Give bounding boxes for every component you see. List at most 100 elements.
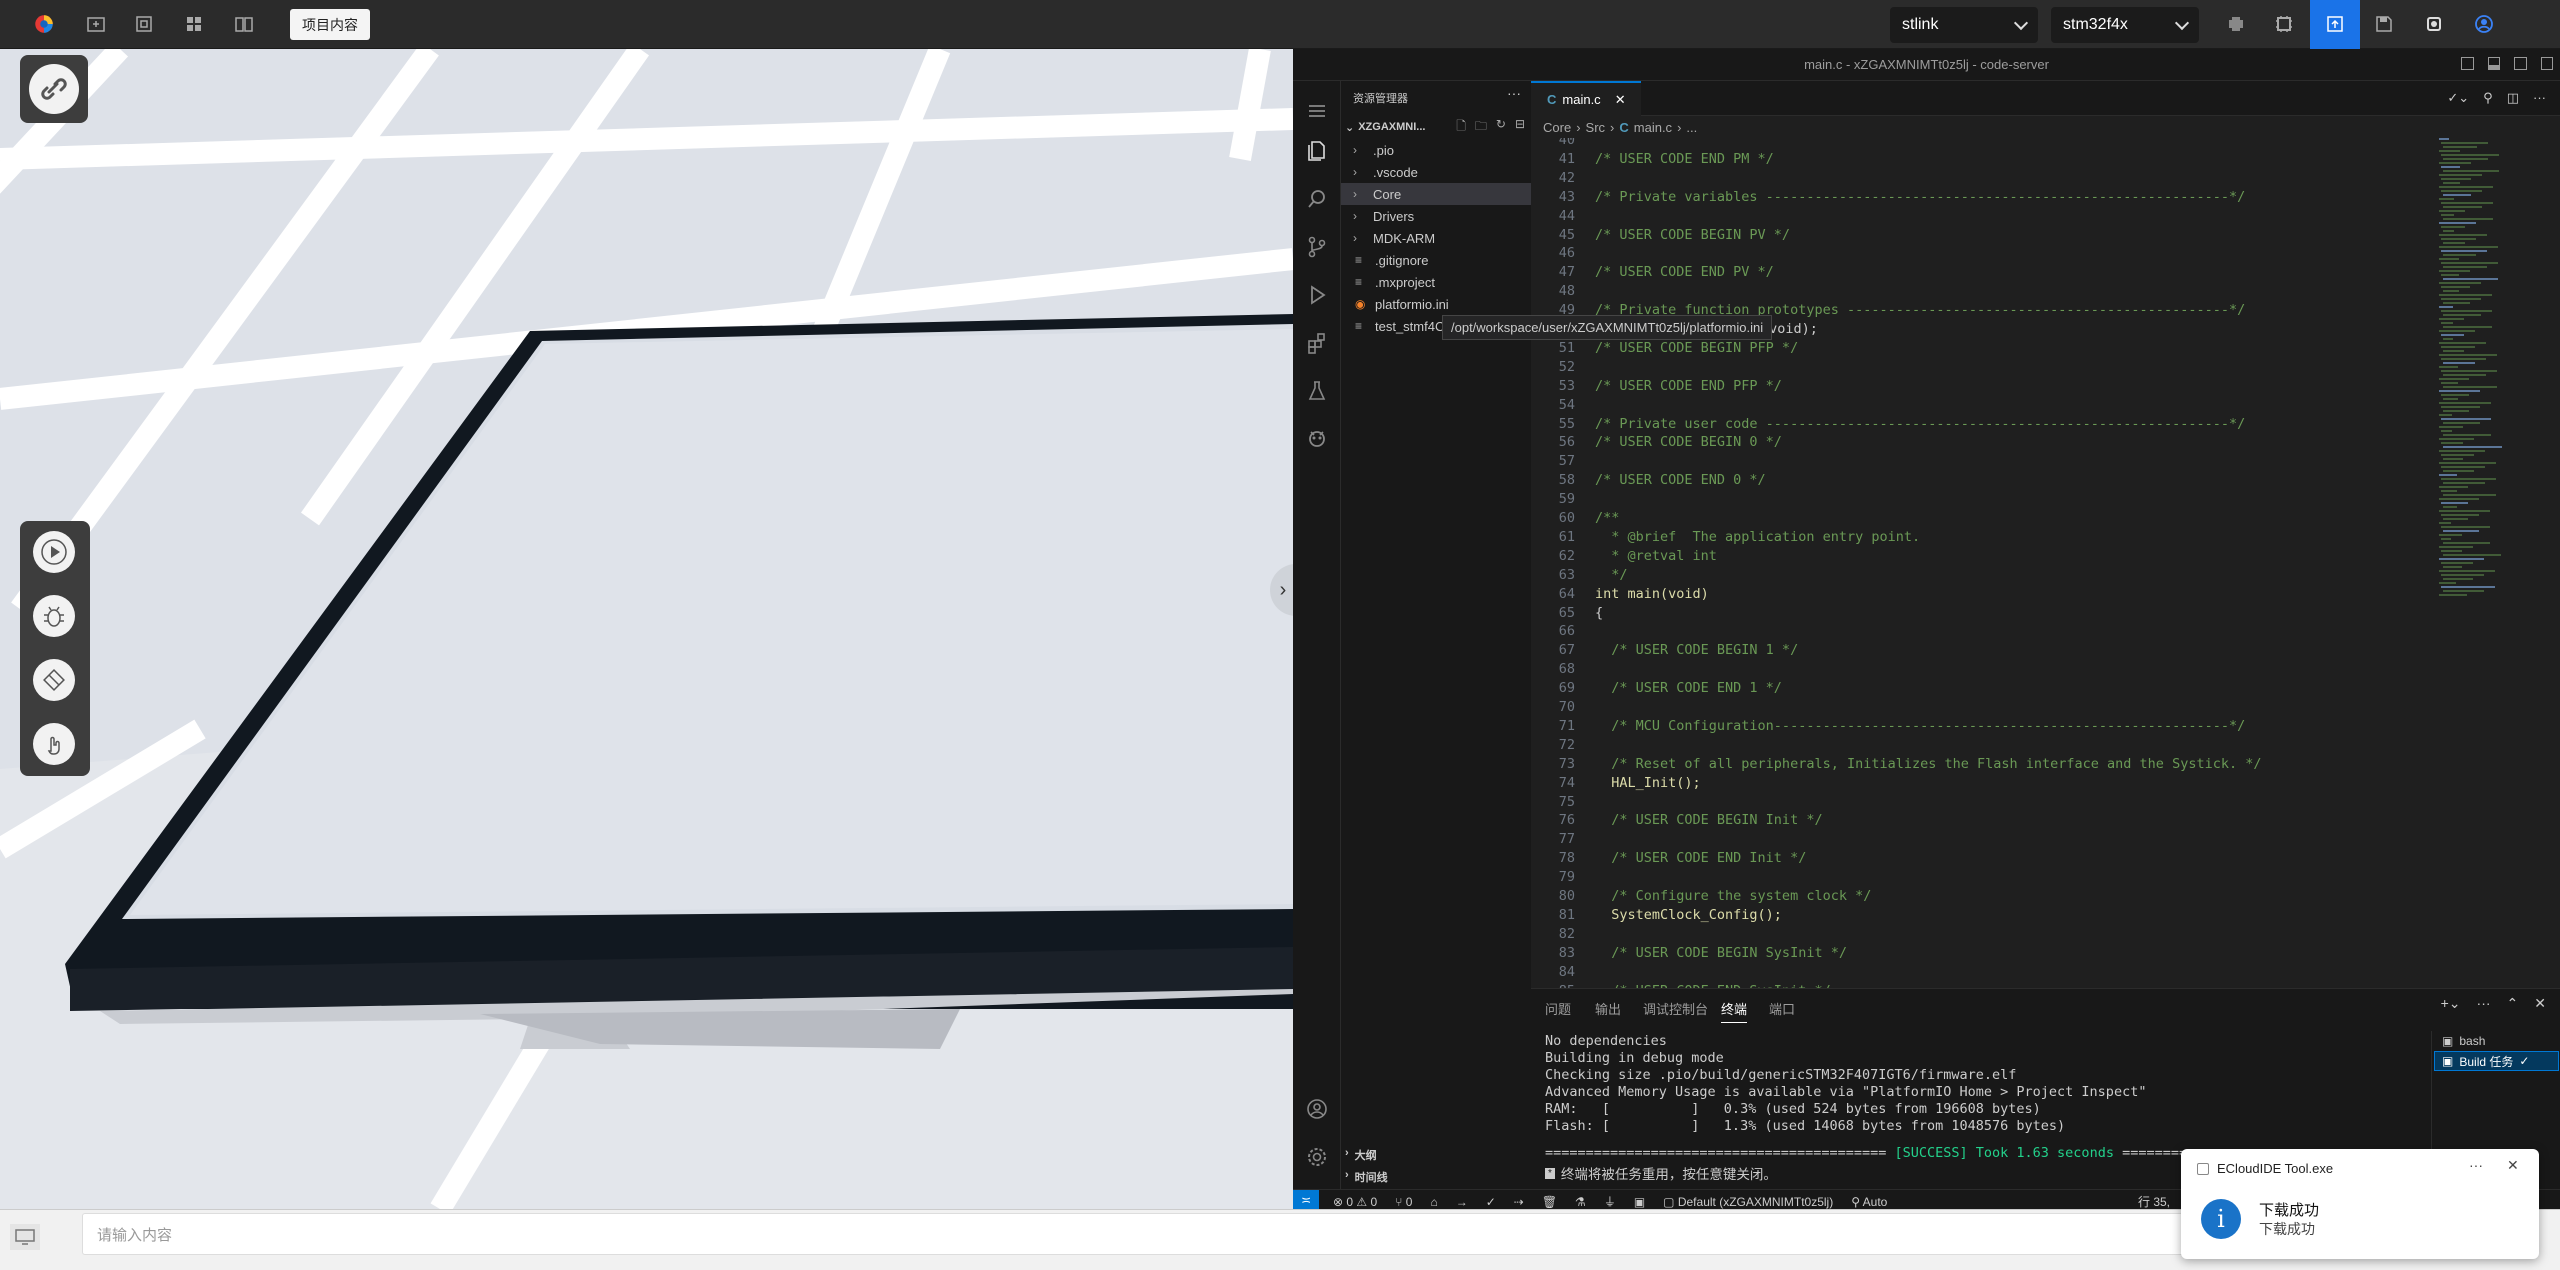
settings-icon[interactable] xyxy=(2422,12,2446,36)
minimap-line xyxy=(2441,514,2479,516)
breadcrumb-item[interactable]: Core xyxy=(1543,120,1571,135)
panel-tab[interactable]: 问题 xyxy=(1545,999,1571,1018)
run-debug-icon[interactable] xyxy=(1303,281,1331,309)
breadcrumb-item[interactable]: main.c xyxy=(1634,120,1672,135)
top-toolbar: 项目内容 stlink stm32f4x xyxy=(0,0,2560,49)
toggle-sidebar-icon[interactable] xyxy=(2461,57,2474,70)
pin-icon[interactable]: ⚲ xyxy=(2483,90,2493,106)
circuit-board-icon[interactable] xyxy=(2272,12,2296,36)
platformio-icon[interactable] xyxy=(1303,425,1331,453)
maximize-panel-icon[interactable]: ⌃ xyxy=(2507,995,2519,1012)
env-status[interactable]: ▢ Default (xZGAXMNIMTt0z5lj) xyxy=(1663,1195,1833,1209)
device-icon[interactable] xyxy=(132,12,156,36)
play-icon[interactable] xyxy=(33,531,75,573)
ports-status[interactable]: ⑂ 0 xyxy=(1395,1195,1412,1209)
cursor-position[interactable]: 行 35, xyxy=(2138,1193,2170,1210)
toggle-panel-icon[interactable] xyxy=(2487,57,2500,70)
breadcrumb-item[interactable]: Src xyxy=(1586,120,1606,135)
arrow-right-icon[interactable]: → xyxy=(1456,1195,1468,1209)
problems-status[interactable]: ⊗ 0 ⚠ 0 xyxy=(1333,1195,1377,1209)
chat-input[interactable]: 请输入内容 xyxy=(82,1213,2234,1255)
auto-status[interactable]: ⚲ Auto xyxy=(1851,1195,1887,1209)
remote-icon[interactable]: ≍ xyxy=(1293,1190,1319,1210)
close-icon[interactable]: ✕ xyxy=(2507,1157,2519,1174)
collapse-all-icon[interactable]: ⊟ xyxy=(1515,117,1525,138)
tree-item[interactable]: ≡ .gitignore xyxy=(1341,249,1531,271)
minimap-line xyxy=(2441,490,2457,492)
tab-main-c[interactable]: C main.c ✕ xyxy=(1531,81,1641,116)
search-icon[interactable] xyxy=(1303,185,1331,213)
minimap-line xyxy=(2439,402,2491,404)
panel-tab[interactable]: 终端 xyxy=(1721,999,1748,1023)
project-content-button[interactable]: 项目内容 xyxy=(290,9,370,40)
save-icon[interactable] xyxy=(2372,12,2396,36)
more-actions-icon[interactable]: ··· xyxy=(2477,995,2491,1012)
upload-button[interactable] xyxy=(2310,0,2360,49)
home-icon[interactable]: ⌂ xyxy=(1430,1195,1437,1209)
panel-tab[interactable]: 端口 xyxy=(1769,999,1795,1018)
minimap[interactable] xyxy=(2431,138,2560,988)
panel-tab[interactable]: 调试控制台 xyxy=(1643,999,1708,1018)
more-actions-icon[interactable]: ··· xyxy=(2469,1157,2483,1173)
terminal-icon[interactable]: ▣ xyxy=(1634,1195,1645,1209)
outline-section[interactable]: › 大纲 xyxy=(1345,1147,1377,1163)
tree-item[interactable]: › MDK-ARM xyxy=(1341,227,1531,249)
toggle-secondary-sidebar-icon[interactable] xyxy=(2514,57,2527,70)
explorer-icon[interactable] xyxy=(1303,137,1331,165)
minimap-line xyxy=(2439,294,2492,296)
close-icon[interactable]: ✕ xyxy=(1615,92,1626,108)
toast-notification: ECloudIDE Tool.exe ··· ✕ i 下载成功 下载成功 xyxy=(2181,1149,2539,1259)
line-number: 67 xyxy=(1558,642,1575,659)
chip-icon[interactable] xyxy=(2224,12,2248,36)
refresh-icon[interactable]: ↻ xyxy=(1496,117,1506,138)
bug-icon[interactable] xyxy=(33,595,75,637)
tree-item[interactable]: › .vscode xyxy=(1341,161,1531,183)
check-icon[interactable]: ✓⌄ xyxy=(2447,90,2469,106)
plug-icon[interactable]: ⏚ xyxy=(1604,1193,1616,1210)
trash-icon[interactable]: 🗑 xyxy=(1542,1195,1557,1209)
3d-viewport[interactable]: › xyxy=(0,49,1293,1209)
manage-gear-icon[interactable] xyxy=(1303,1143,1331,1171)
new-file-icon[interactable]: 🗋 xyxy=(1456,117,1466,138)
apps-icon[interactable] xyxy=(182,12,206,36)
split-editor-icon[interactable]: ◫ xyxy=(2507,90,2519,106)
workspace-header[interactable]: ⌄ XZGAXMNI... 🗋 🗀 ↻ ⊟ xyxy=(1345,117,1531,137)
debugger-select[interactable]: stlink xyxy=(1890,7,2038,43)
tree-item[interactable]: ◉ platformio.ini xyxy=(1341,293,1531,315)
app-logo[interactable] xyxy=(28,8,60,40)
extensions-icon[interactable] xyxy=(1303,329,1331,357)
terminal-session-build[interactable]: ▣ Build 任务 ✓ xyxy=(2434,1051,2559,1071)
timeline-section[interactable]: › 时间线 xyxy=(1345,1169,1388,1185)
code-editor[interactable]: 40 41 /* USER CODE END PM */ 42 43 /* Private… xyxy=(1531,138,2431,988)
check-icon[interactable]: ✓ xyxy=(1486,1195,1496,1209)
upload-icon[interactable]: ⇢ xyxy=(1514,1195,1524,1209)
more-actions-icon[interactable]: ··· xyxy=(2533,90,2546,106)
hand-pointer-icon[interactable] xyxy=(33,723,75,765)
user-icon[interactable] xyxy=(2472,12,2496,36)
testing-icon[interactable] xyxy=(1303,377,1331,405)
panel-tab[interactable]: 输出 xyxy=(1595,999,1621,1018)
book-icon[interactable] xyxy=(232,12,256,36)
chip-select[interactable]: stm32f4x xyxy=(2051,7,2199,43)
build-icon[interactable] xyxy=(33,659,75,701)
link-button[interactable] xyxy=(20,55,88,123)
monitor-icon[interactable] xyxy=(10,1224,40,1250)
folder-open-icon[interactable] xyxy=(84,12,108,36)
breadcrumb-item[interactable]: ... xyxy=(1686,120,1697,135)
terminal-session-bash[interactable]: ▣ bash xyxy=(2442,1031,2485,1051)
add-terminal-icon[interactable]: +⌄ xyxy=(2441,995,2461,1012)
source-control-icon[interactable] xyxy=(1303,233,1331,261)
tree-item[interactable]: › .pio xyxy=(1341,139,1531,161)
close-icon[interactable]: ✕ xyxy=(2534,995,2546,1012)
menu-icon[interactable] xyxy=(1303,97,1331,125)
customize-layout-icon[interactable] xyxy=(2540,57,2553,70)
minimap-line xyxy=(2441,442,2463,444)
accounts-icon[interactable] xyxy=(1303,1095,1331,1123)
tree-item[interactable]: › Core xyxy=(1341,183,1531,205)
flask-icon[interactable]: ⚗ xyxy=(1575,1195,1586,1209)
new-folder-icon[interactable]: 🗀 xyxy=(1475,117,1487,138)
tree-item[interactable]: › Drivers xyxy=(1341,205,1531,227)
tree-item[interactable]: ≡ .mxproject xyxy=(1341,271,1531,293)
more-actions-icon[interactable]: ··· xyxy=(1507,85,1521,101)
terminal-output[interactable]: No dependencies Building in debug mode Che… xyxy=(1545,1033,2425,1135)
